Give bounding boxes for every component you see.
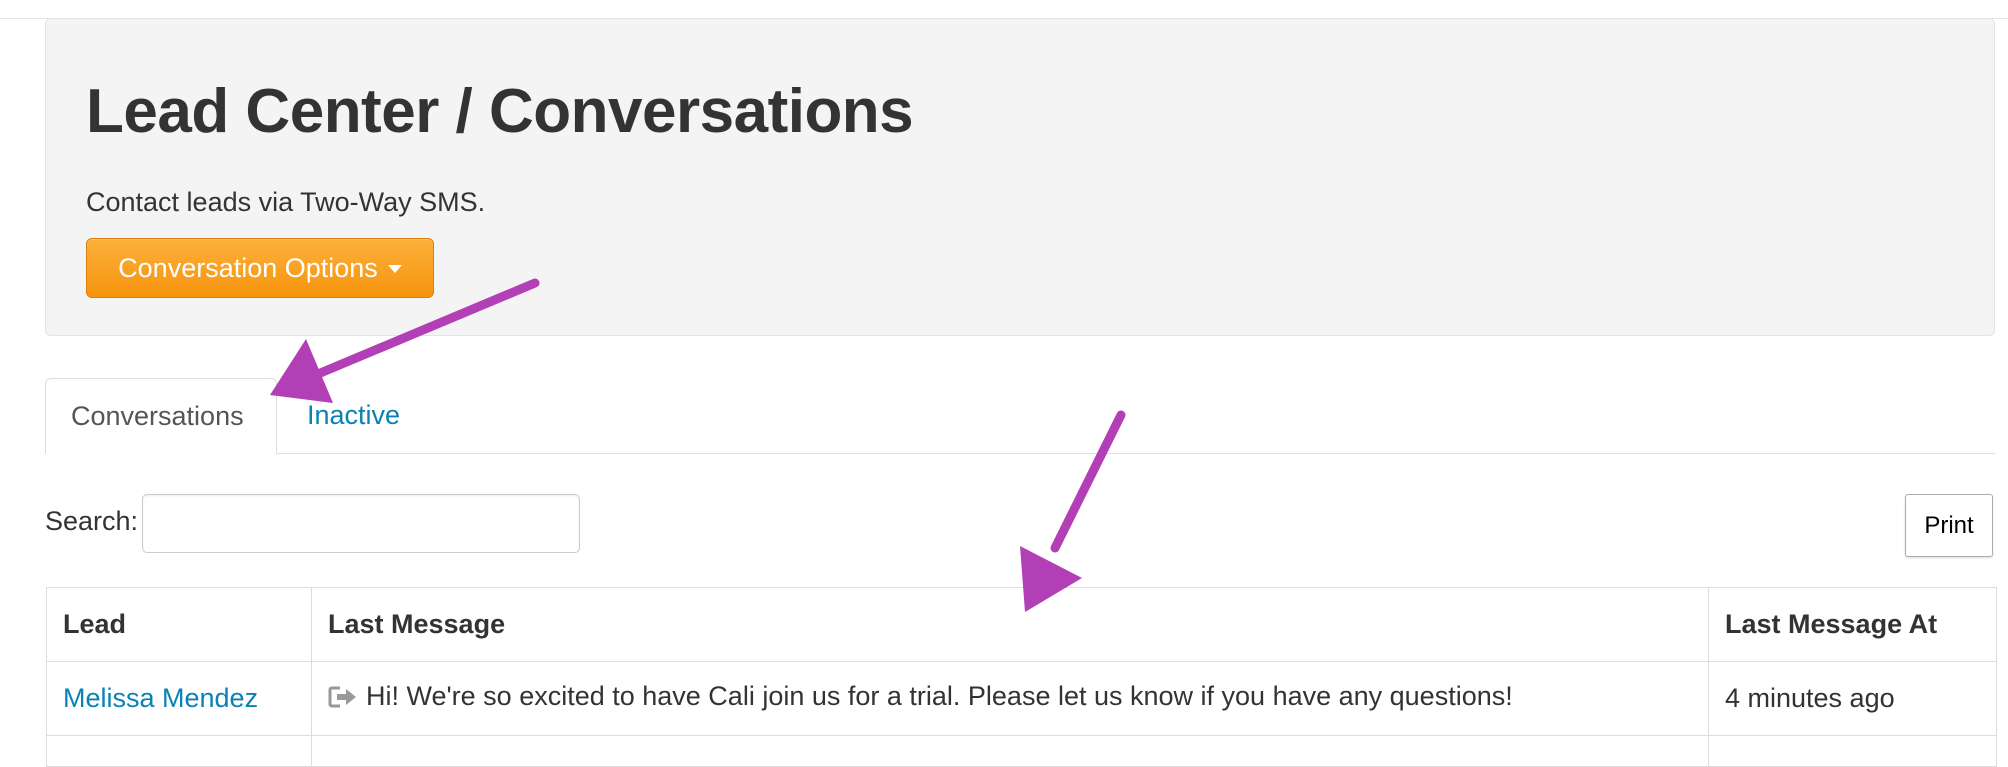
table-row: Melissa Mendez Hi! We're so excited to h…	[46, 661, 1997, 736]
conversation-options-button[interactable]: Conversation Options	[86, 238, 434, 298]
column-header-last-message-at[interactable]: Last Message At	[1708, 587, 1997, 662]
lead-cell: Melissa Mendez	[46, 661, 312, 736]
outgoing-message-icon	[328, 685, 358, 716]
table-header-row: Lead Last Message Last Message At	[46, 587, 1997, 662]
last-message-cell	[311, 735, 1709, 767]
conversations-table: Lead Last Message Last Message At Meliss…	[46, 587, 1997, 767]
conversation-options-label: Conversation Options	[118, 252, 378, 283]
lead-link[interactable]: Melissa Mendez	[63, 683, 258, 713]
top-edge	[0, 0, 2008, 19]
conversation-tabs: Conversations Inactive	[45, 378, 1995, 454]
search-label: Search:	[45, 506, 139, 536]
last-message-at-cell	[1708, 735, 1997, 767]
search-input[interactable]	[142, 494, 580, 553]
print-button[interactable]: Print	[1905, 494, 1993, 557]
lead-cell	[46, 735, 312, 767]
column-header-lead[interactable]: Lead	[46, 587, 312, 662]
last-message-at-cell: 4 minutes ago	[1708, 661, 1997, 736]
tab-conversations[interactable]: Conversations	[45, 378, 277, 454]
table-row	[46, 735, 1997, 767]
page-subtitle: Contact leads via Two-Way SMS.	[86, 187, 486, 217]
last-message-text: Hi! We're so excited to have Cali join u…	[366, 681, 1513, 711]
tab-inactive[interactable]: Inactive	[307, 378, 400, 453]
last-message-cell: Hi! We're so excited to have Cali join u…	[311, 661, 1709, 736]
page-title: Lead Center / Conversations	[86, 77, 914, 146]
page-header: Lead Center / Conversations Contact lead…	[45, 18, 1995, 336]
caret-down-icon	[387, 265, 402, 273]
column-header-last-message[interactable]: Last Message	[311, 587, 1709, 662]
